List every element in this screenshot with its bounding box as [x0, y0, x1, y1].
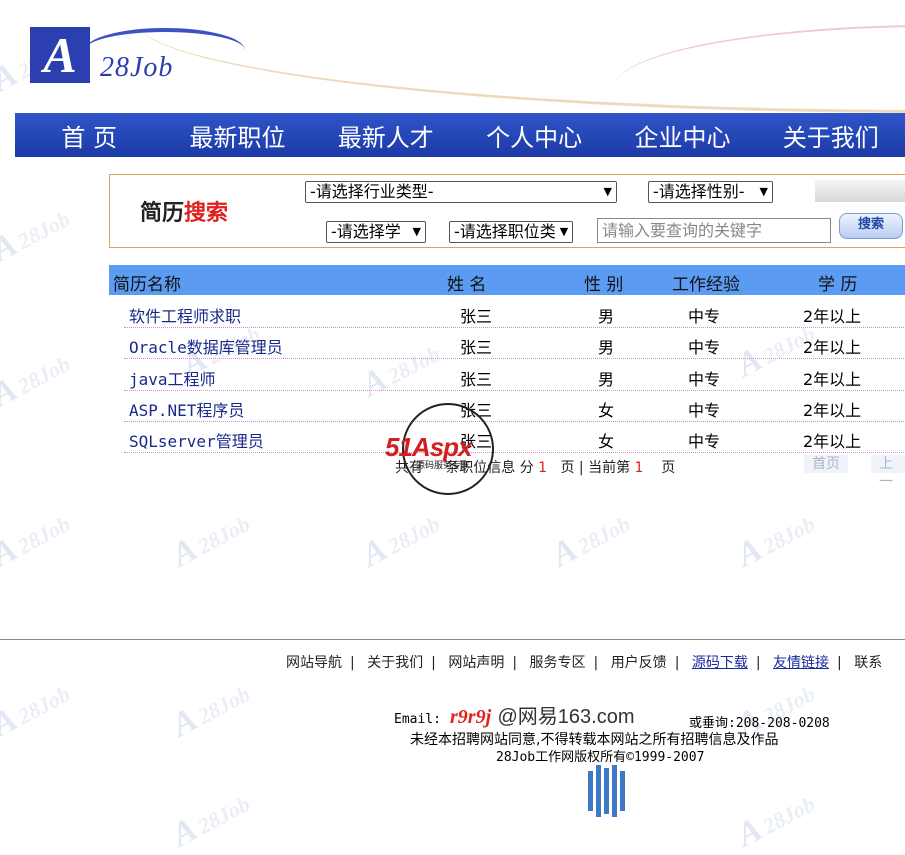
- table-row: java工程师 张三 男 中专 2年以上: [124, 360, 905, 391]
- resume-link[interactable]: 软件工程师求职: [129, 303, 241, 327]
- cell-gender: 女: [598, 432, 615, 451]
- cell-gender: 男: [598, 370, 615, 389]
- chevron-down-icon: ▼: [603, 185, 612, 198]
- footer-link-feedback[interactable]: 用户反馈: [611, 655, 667, 671]
- cell-experience: 中专: [688, 338, 721, 357]
- keyword-input[interactable]: 请输入要查询的关键字: [597, 218, 831, 243]
- education-select[interactable]: -请选择学 ▼: [326, 221, 426, 243]
- logo-text[interactable]: 28Job: [100, 52, 173, 84]
- footer-link-site-nav[interactable]: 网站导航: [286, 655, 342, 671]
- cell-education: 2年以上: [803, 307, 862, 326]
- resume-link[interactable]: Oracle数据库管理员: [129, 334, 283, 358]
- table-row: SQLserver管理员 张三 女 中专 2年以上: [124, 422, 905, 453]
- table-row: 软件工程师求职 张三 男 中专 2年以上: [124, 297, 905, 328]
- cell-gender: 女: [598, 401, 615, 420]
- cell-name: 张三: [460, 307, 493, 326]
- cell-experience: 中专: [688, 401, 721, 420]
- nav-about-us[interactable]: 关于我们: [757, 118, 905, 153]
- first-page-button[interactable]: 首页: [804, 455, 848, 473]
- nav-company-center[interactable]: 企业中心: [608, 118, 756, 153]
- footer-divider: [0, 639, 905, 640]
- gender-select[interactable]: -请选择性别- ▼: [648, 181, 773, 203]
- nav-personal-center[interactable]: 个人中心: [460, 118, 608, 153]
- cell-education: 2年以上: [803, 338, 862, 357]
- cell-education: 2年以上: [803, 432, 862, 451]
- main-nav: 首 页 最新职位 最新人才 个人中心 企业中心 关于我们: [15, 113, 905, 157]
- cell-gender: 男: [598, 338, 615, 357]
- cell-name: 张三: [460, 338, 493, 357]
- footer-link-contact[interactable]: 联系: [854, 655, 882, 671]
- email-image: r9r9j @网易163.com: [450, 706, 635, 728]
- site-badge-icon[interactable]: [586, 765, 632, 817]
- resume-table-header: 简历名称 姓 名 性 别 工作经验 学 历: [109, 265, 905, 295]
- site-header: A 28Job: [15, 0, 905, 113]
- nav-home[interactable]: 首 页: [15, 118, 163, 153]
- table-row: Oracle数据库管理员 张三 男 中专 2年以上: [124, 328, 905, 359]
- cell-experience: 中专: [688, 307, 721, 326]
- position-select[interactable]: -请选择职位类 ▼: [449, 221, 573, 243]
- footer-link-service[interactable]: 服务专区: [530, 655, 586, 671]
- resume-search-panel: 简历搜索 -请选择行业类型- ▼ -请选择性别- ▼ -请选择学 ▼ -请选择职位类 ▼…: [109, 174, 905, 248]
- cell-name: 张三: [460, 370, 493, 389]
- stamp-subtitle: 源码服务专家: [416, 461, 471, 471]
- col-education: 学 历: [818, 275, 858, 295]
- footer-link-statement[interactable]: 网站声明: [448, 655, 504, 671]
- email-label: Email:: [394, 712, 441, 727]
- footer-links: 网站导航 | 关于我们 | 网站声明 | 服务专区 | 用户反馈 | 源码下载 | 友情链接…: [286, 655, 883, 671]
- cell-experience: 中专: [688, 432, 721, 451]
- col-name: 姓 名: [447, 275, 487, 295]
- resume-link[interactable]: java工程师: [129, 366, 216, 390]
- footer-link-about[interactable]: 关于我们: [367, 655, 423, 671]
- footer-link-friends[interactable]: 友情链接: [773, 655, 829, 671]
- col-gender: 性 别: [584, 275, 624, 295]
- nav-latest-talent[interactable]: 最新人才: [312, 118, 460, 153]
- industry-select[interactable]: -请选择行业类型- ▼: [305, 181, 617, 203]
- logo-icon[interactable]: A: [30, 27, 90, 83]
- cell-education: 2年以上: [803, 370, 862, 389]
- cell-education: 2年以上: [803, 401, 862, 420]
- search-button[interactable]: 搜索: [839, 213, 903, 239]
- cell-experience: 中专: [688, 370, 721, 389]
- copyright-text: 28Job工作网版权所有©1999-2007: [496, 750, 705, 765]
- search-panel-bar: [815, 180, 905, 202]
- prev-page-button[interactable]: 上一: [871, 455, 905, 490]
- chevron-down-icon: ▼: [759, 185, 768, 198]
- resume-link[interactable]: SQLserver管理员: [129, 428, 264, 452]
- col-experience: 工作经验: [672, 275, 740, 295]
- resume-link[interactable]: ASP.NET程序员: [129, 397, 244, 421]
- nav-latest-jobs[interactable]: 最新职位: [163, 118, 311, 153]
- chevron-down-icon: ▼: [559, 225, 569, 238]
- search-title: 简历搜索: [140, 201, 229, 226]
- footer-link-source-download[interactable]: 源码下载: [692, 655, 748, 671]
- cell-gender: 男: [598, 307, 615, 326]
- table-row: ASP.NET程序员 张三 女 中专 2年以上: [124, 391, 905, 422]
- chevron-down-icon: ▼: [412, 225, 421, 238]
- col-resume-name: 简历名称: [113, 275, 181, 295]
